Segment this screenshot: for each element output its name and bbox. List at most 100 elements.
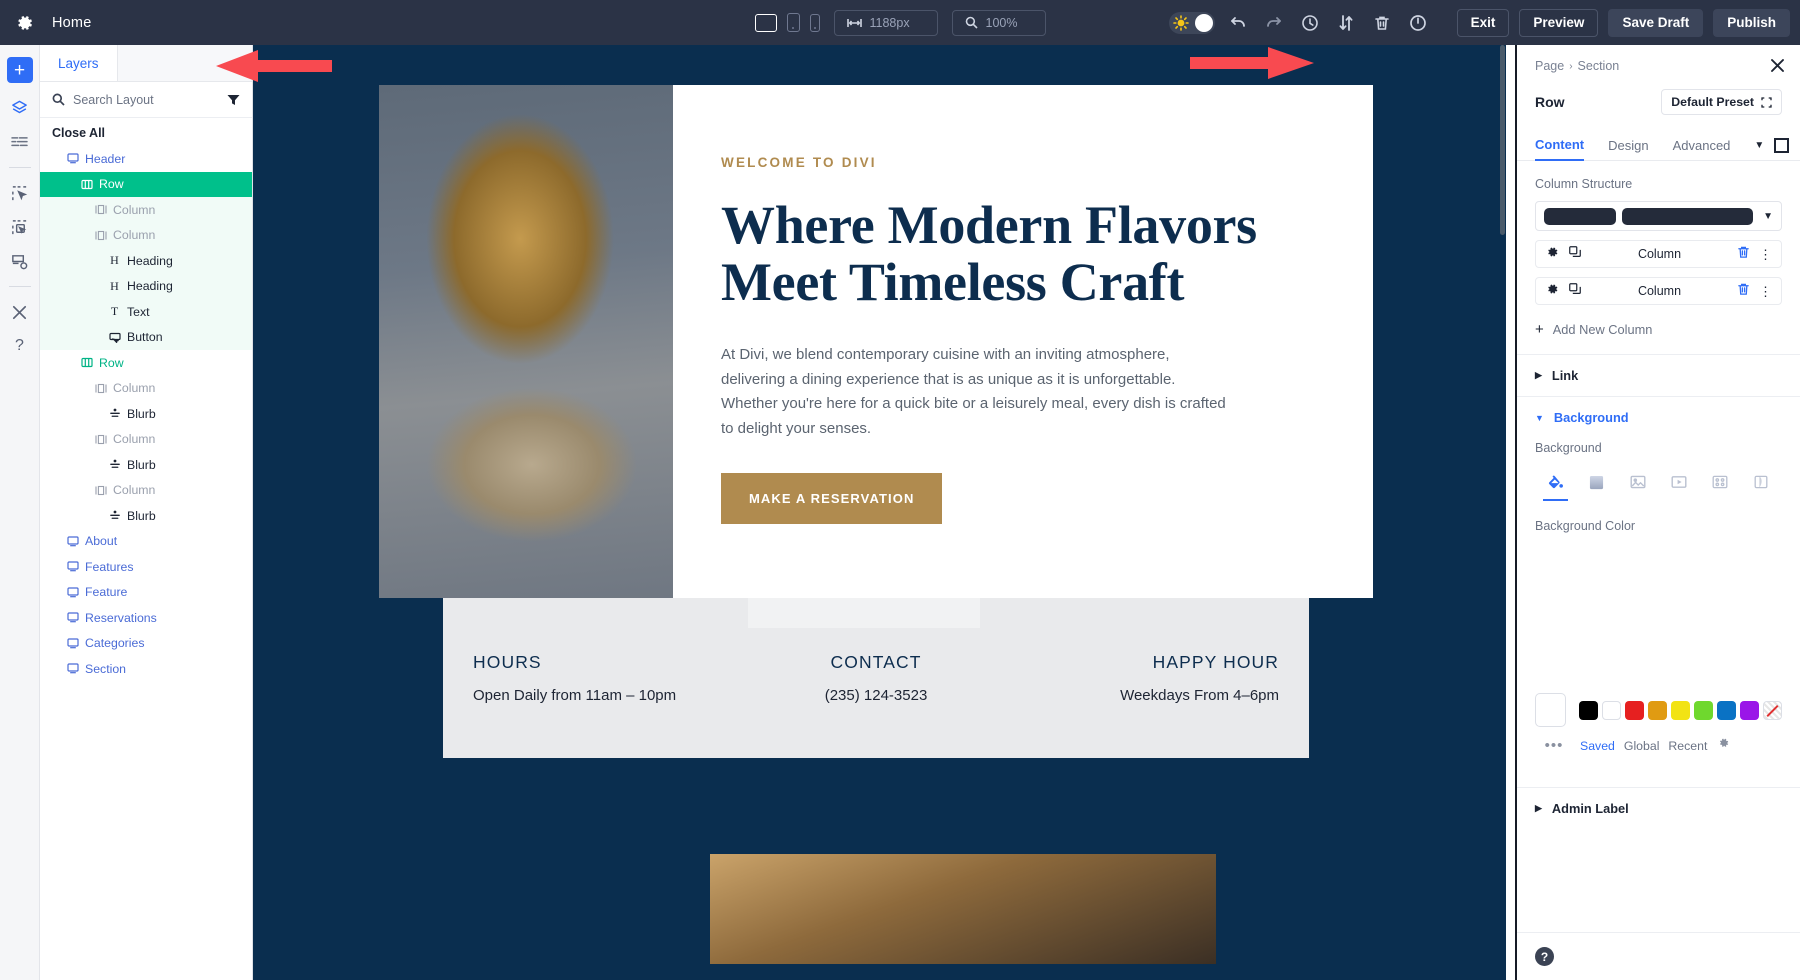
layer-item-blurb[interactable]: Blurb — [40, 401, 252, 427]
save-layout-icon[interactable] — [5, 246, 35, 276]
chevron-down-icon[interactable]: ▼ — [1754, 140, 1764, 151]
color-swatch-4[interactable] — [1671, 700, 1690, 720]
publish-button[interactable]: Publish — [1713, 8, 1790, 37]
trash-icon[interactable] — [1737, 282, 1750, 301]
chevron-down-icon[interactable]: ▼ — [1763, 211, 1773, 222]
redo-icon[interactable] — [1261, 10, 1287, 36]
history-icon[interactable] — [1297, 10, 1323, 36]
close-icon[interactable] — [1769, 57, 1786, 79]
save-draft-button[interactable]: Save Draft — [1608, 8, 1704, 37]
theme-toggle[interactable] — [1168, 11, 1215, 34]
layer-item-heading[interactable]: H Heading — [40, 273, 252, 299]
column-structure-selector[interactable]: ▼ — [1535, 201, 1782, 231]
lower-section-image[interactable] — [710, 854, 1216, 964]
swatch-tab-saved[interactable]: Saved — [1580, 739, 1615, 753]
power-icon[interactable] — [1405, 10, 1431, 36]
layer-item-feature[interactable]: Feature — [40, 580, 252, 606]
accordion-background[interactable]: ▼ Background — [1517, 396, 1800, 438]
tab-content[interactable]: Content — [1535, 131, 1585, 161]
layer-item-row[interactable]: Row — [40, 171, 252, 197]
close-all-button[interactable]: Close All — [40, 118, 252, 146]
layer-item-row[interactable]: Row — [40, 350, 252, 376]
layer-item-column[interactable]: Column — [40, 478, 252, 504]
color-swatch-7[interactable] — [1740, 700, 1759, 720]
gear-icon[interactable] — [1545, 245, 1559, 264]
duplicate-icon[interactable] — [1568, 245, 1582, 264]
color-swatch-2[interactable] — [1625, 700, 1644, 720]
tab-layers[interactable]: Layers — [40, 45, 118, 81]
trash-icon[interactable] — [1369, 10, 1395, 36]
current-color-swatch[interactable] — [1535, 693, 1566, 727]
layer-item-blurb[interactable]: Blurb — [40, 452, 252, 478]
hero-section[interactable]: WELCOME TO DIVI Where Modern Flavors Mee… — [379, 85, 1373, 598]
preview-button[interactable]: Preview — [1519, 8, 1599, 37]
layer-item-column[interactable]: Column — [40, 197, 252, 223]
mask-icon[interactable] — [1741, 467, 1782, 497]
duplicate-icon[interactable] — [1568, 282, 1582, 301]
layer-item-reservations[interactable]: Reservations — [40, 605, 252, 631]
color-swatch-8[interactable] — [1763, 700, 1782, 720]
make-reservation-button[interactable]: MAKE A RESERVATION — [721, 473, 943, 525]
sort-icon[interactable] — [1333, 10, 1359, 36]
layer-item-section[interactable]: Section — [40, 656, 252, 682]
gear-icon[interactable] — [1545, 282, 1559, 301]
layer-item-text[interactable]: T Text — [40, 299, 252, 325]
color-swatch-1[interactable] — [1602, 700, 1621, 720]
help-icon[interactable]: ? — [5, 331, 35, 361]
accordion-link[interactable]: ▶ Link — [1517, 354, 1800, 396]
layer-item-column[interactable]: Column — [40, 222, 252, 248]
breadcrumb-section[interactable]: Section — [1578, 59, 1620, 73]
fill-icon[interactable] — [1535, 467, 1576, 501]
layer-item-column[interactable]: Column — [40, 376, 252, 402]
pattern-icon[interactable] — [1700, 467, 1741, 497]
color-swatch-6[interactable] — [1717, 700, 1736, 720]
help-icon[interactable]: ? — [1535, 947, 1554, 966]
column-row[interactable]: Column ⋮ — [1535, 240, 1782, 268]
select-element-icon[interactable] — [5, 178, 35, 208]
canvas-preview[interactable]: WELCOME TO DIVI Where Modern Flavors Mee… — [253, 45, 1506, 980]
color-swatch-0[interactable] — [1579, 700, 1598, 720]
search-input[interactable]: Search Layout — [73, 93, 219, 107]
preset-selector[interactable]: Default Preset — [1661, 89, 1782, 115]
color-swatch-5[interactable] — [1694, 700, 1713, 720]
swatch-tab-global[interactable]: Global — [1624, 739, 1660, 753]
tab-design[interactable]: Design — [1608, 131, 1648, 161]
exit-button[interactable]: Exit — [1456, 8, 1510, 37]
video-icon[interactable] — [1659, 467, 1700, 497]
layer-item-categories[interactable]: Categories — [40, 631, 252, 657]
column-row[interactable]: Column ⋮ — [1535, 277, 1782, 305]
layer-item-column[interactable]: Column — [40, 427, 252, 453]
viewport-width-field[interactable]: 1188px — [833, 9, 938, 36]
gradient-icon[interactable] — [1576, 467, 1617, 497]
tools-icon[interactable] — [5, 297, 35, 327]
layer-item-features[interactable]: Features — [40, 554, 252, 580]
panel-layout-icon[interactable] — [1774, 138, 1790, 153]
breadcrumb-page[interactable]: Page — [1535, 59, 1564, 73]
layer-item-about[interactable]: About — [40, 529, 252, 555]
color-swatch-3[interactable] — [1648, 700, 1667, 720]
layer-item-blurb[interactable]: Blurb — [40, 503, 252, 529]
gear-icon[interactable] — [14, 13, 34, 33]
add-new-column-button[interactable]: + Add New Column — [1535, 321, 1782, 338]
more-options-icon[interactable]: ⋮ — [1759, 285, 1772, 298]
device-tablet-button[interactable] — [786, 13, 800, 32]
zoom-field[interactable]: 100% — [951, 9, 1046, 36]
canvas-scrollbar[interactable] — [1500, 45, 1505, 235]
tab-advanced[interactable]: Advanced — [1673, 131, 1731, 161]
image-icon[interactable] — [1617, 467, 1658, 497]
layer-item-header[interactable]: Header — [40, 146, 252, 172]
more-swatches-icon[interactable]: ••• — [1537, 737, 1571, 754]
device-phone-button[interactable] — [809, 13, 820, 32]
swatch-tab-recent[interactable]: Recent — [1668, 739, 1707, 753]
wireframe-icon[interactable] — [5, 127, 35, 157]
filter-icon[interactable] — [227, 94, 240, 106]
multi-select-icon[interactable] — [5, 212, 35, 242]
hero-image[interactable] — [379, 85, 673, 598]
add-module-button[interactable]: + — [6, 57, 33, 83]
accordion-admin-label[interactable]: ▶ Admin Label — [1517, 787, 1800, 829]
undo-icon[interactable] — [1225, 10, 1251, 36]
trash-icon[interactable] — [1737, 245, 1750, 264]
more-options-icon[interactable]: ⋮ — [1759, 248, 1772, 261]
layer-item-button[interactable]: Button — [40, 324, 252, 350]
gear-icon[interactable] — [1716, 736, 1730, 755]
